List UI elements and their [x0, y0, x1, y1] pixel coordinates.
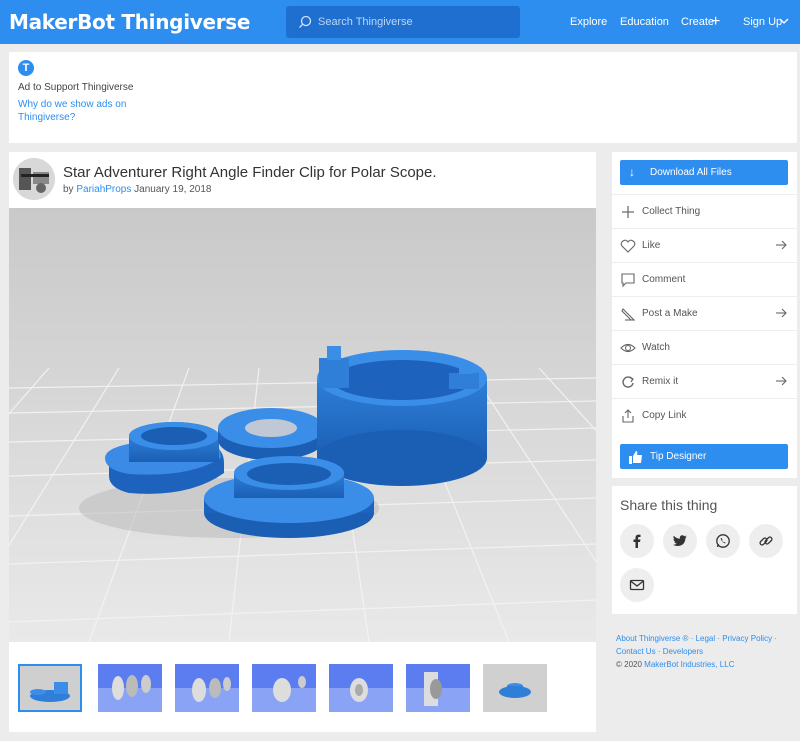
publish-date: January 19, 2018 [134, 184, 212, 195]
footer-privacy-link[interactable]: Privacy Policy [722, 634, 772, 643]
top-navbar: MakerBot Thingiverse Explore Education C… [0, 0, 800, 44]
link-icon [759, 536, 773, 546]
remix-icon [622, 376, 634, 388]
share-twitter-button[interactable] [663, 524, 697, 558]
tip-label: Tip Designer [650, 451, 707, 462]
footer-company-link[interactable]: MakerBot Industries, LLC [644, 660, 734, 669]
footer-legal-link[interactable]: Legal [696, 634, 716, 643]
email-icon [629, 579, 645, 591]
thumbs-up-icon [629, 451, 642, 464]
ad-container: T Ad to Support Thingiverse Why do we sh… [9, 52, 797, 143]
create-plus-icon[interactable]: + [711, 14, 720, 30]
thumbnail-4[interactable] [252, 664, 316, 712]
share-link-button[interactable] [749, 524, 783, 558]
footer-contact-link[interactable]: Contact Us [616, 647, 656, 656]
arrow-right-icon [776, 308, 787, 318]
thing-card: Star Adventurer Right Angle Finder Clip … [9, 152, 596, 732]
share-title: Share this thing [620, 497, 718, 513]
nav-signup[interactable]: Sign Up [743, 16, 782, 28]
share-panel: Share this thing [612, 486, 797, 614]
thumbnail-6[interactable] [406, 664, 470, 712]
nav-education[interactable]: Education [620, 16, 669, 28]
action-copy-link[interactable]: Copy Link [612, 398, 797, 432]
thumbnail-5[interactable] [329, 664, 393, 712]
share-facebook-button[interactable] [620, 524, 654, 558]
action-label: Remix it [642, 376, 679, 387]
action-label: Comment [642, 274, 686, 285]
action-label: Like [642, 240, 661, 251]
comment-icon [621, 273, 635, 288]
share-email-button[interactable] [620, 568, 654, 602]
ad-why-link[interactable]: Why do we show ads on Thingiverse? [18, 98, 148, 124]
share-whatsapp-button[interactable] [706, 524, 740, 558]
download-all-button[interactable]: ↓ Download All Files [620, 160, 788, 185]
action-label: Copy Link [642, 410, 687, 421]
nav-create[interactable]: Create [681, 16, 714, 28]
search-icon [299, 15, 312, 28]
plus-icon [622, 206, 634, 218]
footer-links: About Thingiverse ® · Legal · Privacy Po… [616, 632, 798, 671]
page-title: Star Adventurer Right Angle Finder Clip … [63, 164, 437, 181]
action-comment[interactable]: Comment [612, 262, 797, 296]
byline-by: by [63, 184, 74, 195]
action-label: Post a Make [642, 308, 698, 319]
byline: by PariahProps January 19, 2018 [63, 184, 211, 195]
whatsapp-icon [716, 534, 730, 548]
search-input[interactable] [318, 11, 508, 33]
download-label: Download All Files [650, 167, 732, 178]
nav-explore[interactable]: Explore [570, 16, 607, 28]
footer-about-link[interactable]: About Thingiverse ® [616, 634, 688, 643]
share-icon [622, 409, 634, 423]
action-like[interactable]: Like [612, 228, 797, 262]
action-remix[interactable]: Remix it [612, 364, 797, 398]
tip-designer-button[interactable]: Tip Designer [620, 444, 788, 469]
chevron-down-icon[interactable] [779, 17, 789, 25]
action-watch[interactable]: Watch [612, 330, 797, 364]
actions-panel: ↓ Download All Files Collect Thing Like … [612, 152, 797, 478]
author-link[interactable]: PariahProps [76, 184, 131, 195]
thumbnail-2[interactable] [98, 664, 162, 712]
action-label: Collect Thing [642, 206, 701, 217]
search-box[interactable] [286, 6, 520, 38]
action-post-make[interactable]: Post a Make [612, 296, 797, 330]
model-preview-image[interactable] [9, 208, 596, 642]
thumbnail-1[interactable] [18, 664, 82, 712]
ad-support-text: Ad to Support Thingiverse [18, 82, 134, 93]
brand-logo[interactable]: MakerBot Thingiverse [9, 10, 250, 34]
arrow-right-icon [776, 240, 787, 250]
pencil-icon [621, 308, 636, 321]
download-arrow-icon: ↓ [629, 165, 635, 179]
eye-icon [620, 343, 636, 353]
heart-icon [620, 239, 636, 253]
thumbnail-3[interactable] [175, 664, 239, 712]
facebook-icon [633, 534, 641, 548]
thumbnail-strip [18, 664, 578, 714]
thumbnail-7[interactable] [483, 664, 547, 712]
avatar[interactable] [13, 158, 55, 200]
footer-developers-link[interactable]: Developers [663, 647, 703, 656]
footer-copyright: © 2020 [616, 660, 642, 669]
footer-separator: · [774, 634, 777, 643]
thingiverse-t-icon: T [18, 60, 34, 76]
action-label: Watch [642, 342, 670, 353]
arrow-right-icon [776, 376, 787, 386]
action-collect[interactable]: Collect Thing [612, 194, 797, 228]
twitter-icon [672, 535, 687, 546]
